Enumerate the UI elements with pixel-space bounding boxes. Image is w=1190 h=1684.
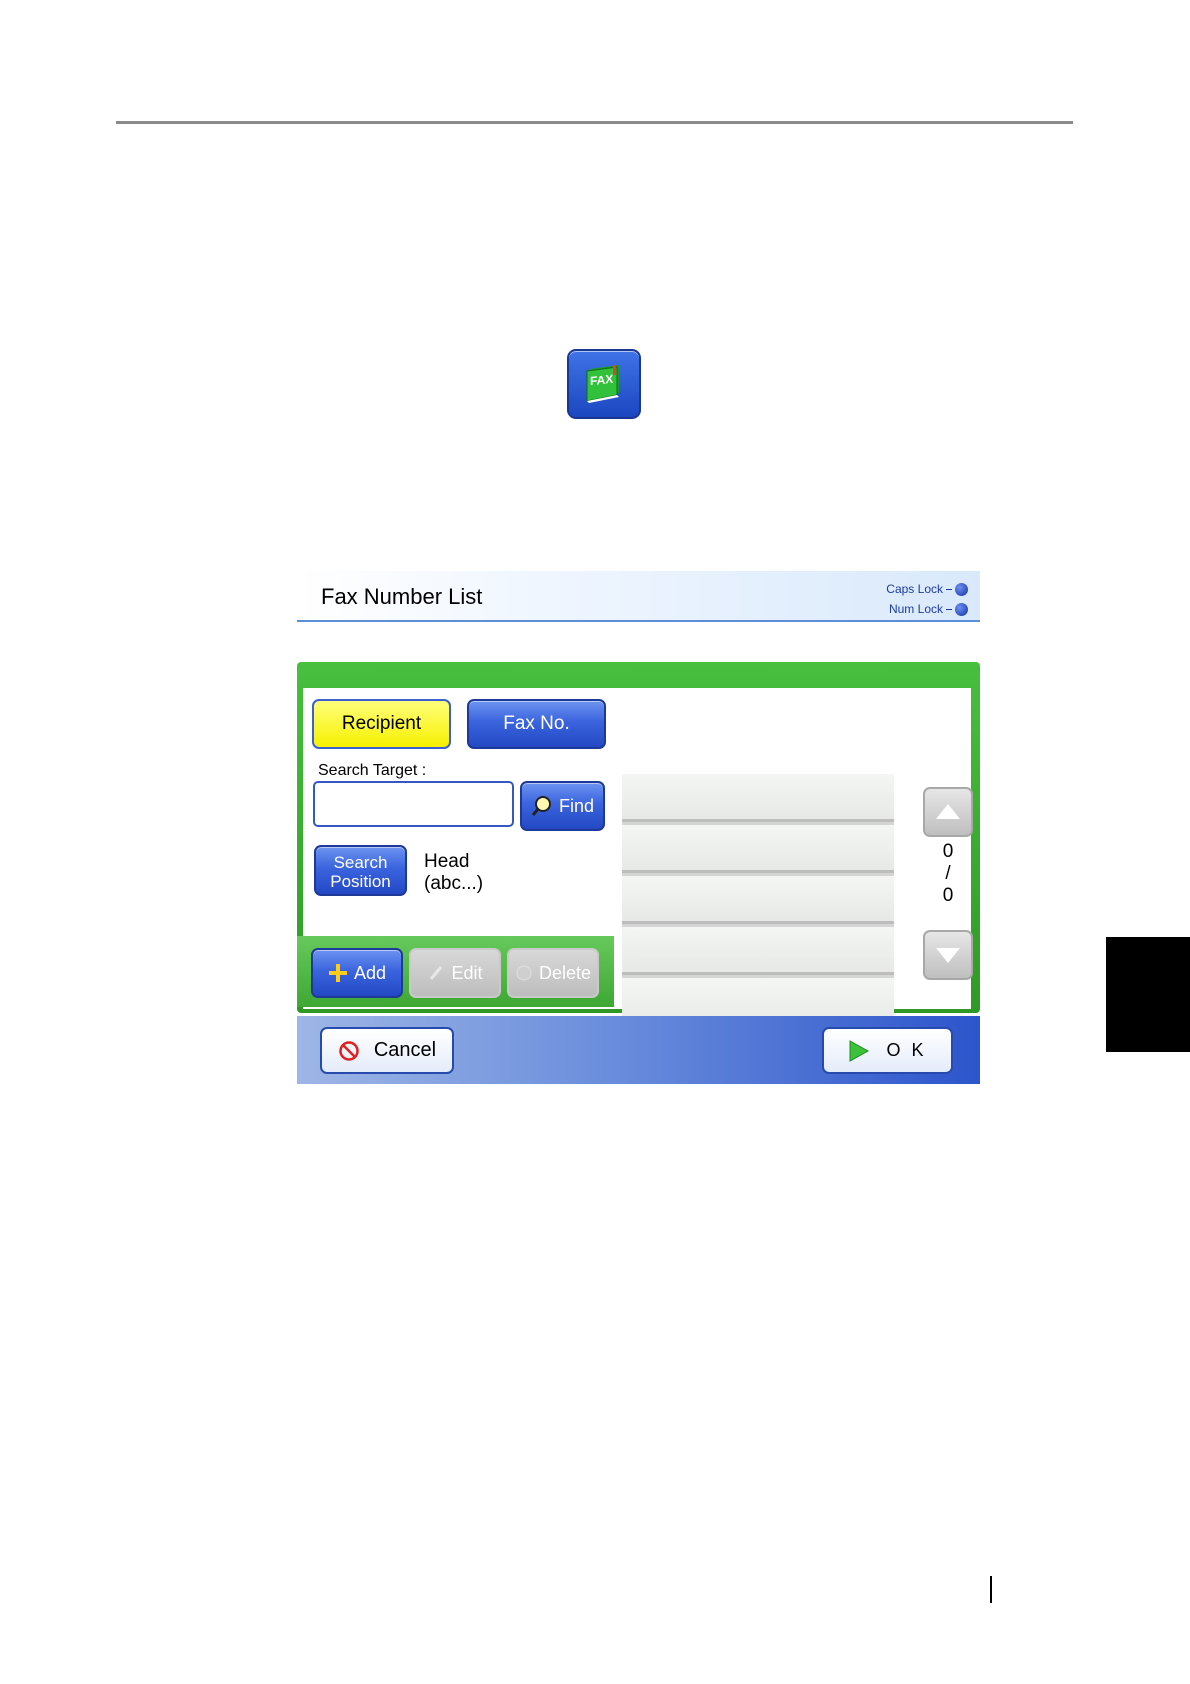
list-item[interactable] <box>622 774 894 822</box>
edit-label: Edit <box>451 962 483 983</box>
find-button[interactable]: Find <box>520 781 605 831</box>
play-icon <box>849 1039 870 1062</box>
num-lock-led-icon <box>955 602 968 616</box>
chapter-tab <box>1106 937 1190 1052</box>
list-item[interactable] <box>622 927 894 975</box>
add-button[interactable]: Add <box>311 948 403 998</box>
header-rule <box>116 121 1073 124</box>
action-strip: Add Edit Delete <box>297 936 614 1007</box>
find-label: Find <box>558 795 594 816</box>
arrow-down-icon <box>936 948 960 963</box>
list-item[interactable] <box>622 876 894 924</box>
search-position-button[interactable]: Search Position <box>314 845 407 896</box>
arrow-up-icon <box>936 804 960 819</box>
add-label: Add <box>353 962 387 983</box>
caps-lock-indicator: Caps Lock <box>886 582 968 596</box>
counter-current: 0 <box>942 841 954 862</box>
delete-icon <box>516 965 532 981</box>
num-lock-connector <box>946 608 952 610</box>
fax-number-list[interactable] <box>622 774 894 1033</box>
search-input[interactable] <box>313 781 514 827</box>
edit-button[interactable]: Edit <box>409 948 501 998</box>
search-target-label: Search Target : <box>318 762 427 779</box>
main-panel: Recipient Fax No. Search Target : Find S… <box>297 662 980 1033</box>
page-marker <box>990 1576 992 1603</box>
title-bar: Fax Number List Caps Lock Num Lock <box>297 571 980 622</box>
cancel-button[interactable]: Cancel <box>320 1027 454 1074</box>
tab-fax-no[interactable]: Fax No. <box>467 699 606 749</box>
svg-text:FAX: FAX <box>590 372 613 388</box>
page-title: Fax Number List <box>321 584 483 609</box>
delete-button[interactable]: Delete <box>507 948 599 998</box>
delete-label: Delete <box>538 962 592 983</box>
scroll-down-button[interactable] <box>923 930 973 980</box>
scroll-up-button[interactable] <box>923 787 973 837</box>
counter-separator: / <box>945 863 951 884</box>
search-icon <box>531 796 551 816</box>
pencil-icon <box>430 966 443 980</box>
caps-lock-label: Caps Lock <box>886 582 943 596</box>
ok-label: O K <box>886 1040 927 1060</box>
caps-lock-led-icon <box>955 582 968 596</box>
search-position-value-line1: Head <box>424 851 470 872</box>
footer-bar: Cancel O K <box>297 1016 980 1084</box>
num-lock-indicator: Num Lock <box>889 602 968 616</box>
page-counter: 0 / 0 <box>928 841 968 907</box>
counter-total: 0 <box>942 885 954 906</box>
tab-recipient[interactable]: Recipient <box>312 699 451 749</box>
search-position-label-line1: Search <box>333 853 388 872</box>
num-lock-label: Num Lock <box>888 602 943 616</box>
fax-book-button[interactable]: FAX <box>567 349 641 419</box>
cancel-icon <box>339 1040 359 1061</box>
ok-button[interactable]: O K <box>822 1027 953 1074</box>
plus-icon <box>328 964 347 982</box>
list-item[interactable] <box>622 825 894 873</box>
search-position-value: Head (abc...) <box>424 851 483 895</box>
cancel-label: Cancel <box>373 1039 437 1061</box>
search-position-value-line2: (abc...) <box>424 873 484 894</box>
search-position-label-line2: Position <box>330 872 391 891</box>
caps-lock-connector <box>946 588 952 590</box>
fax-book-icon: FAX <box>586 365 619 403</box>
